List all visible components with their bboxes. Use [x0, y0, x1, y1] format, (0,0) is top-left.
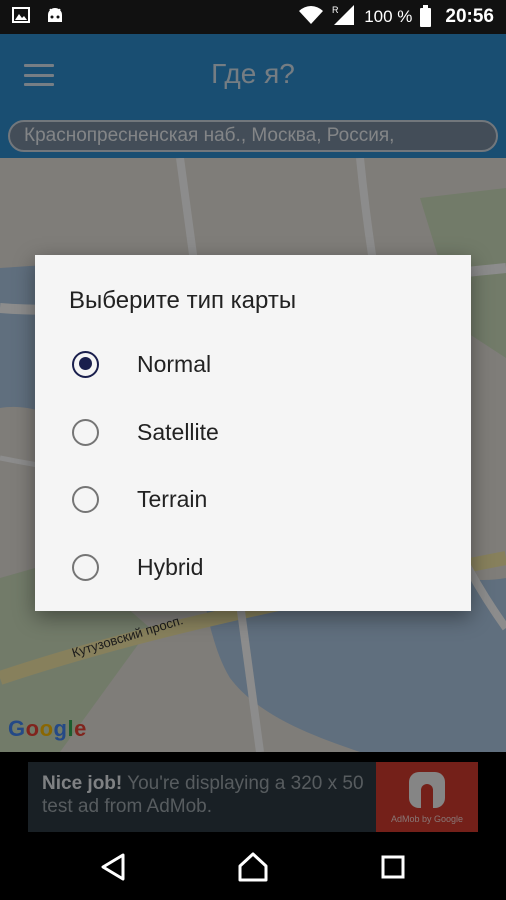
status-bar: R 100 % 20:56 [0, 0, 506, 34]
option-label: Terrain [137, 485, 208, 512]
navigation-bar [0, 832, 506, 900]
radio-satellite[interactable] [72, 418, 99, 446]
signal-icon: R [332, 4, 356, 31]
recents-icon[interactable] [376, 850, 410, 884]
android-notification-icon [46, 6, 64, 29]
radio-normal[interactable] [72, 350, 99, 378]
radio-hybrid[interactable] [72, 553, 99, 581]
radio-terrain[interactable] [72, 485, 99, 513]
dialog-title: Выберите тип карты [69, 287, 297, 314]
option-label: Normal [137, 350, 212, 377]
back-icon[interactable] [96, 850, 130, 884]
option-terrain[interactable]: Terrain [35, 465, 471, 533]
option-label: Hybrid [137, 553, 204, 580]
battery-icon [420, 4, 432, 27]
image-notification-icon [12, 6, 30, 28]
option-hybrid[interactable]: Hybrid [35, 533, 471, 601]
clock: 20:56 [445, 6, 494, 27]
wifi-icon [298, 5, 324, 30]
svg-text:R: R [332, 5, 339, 15]
home-icon[interactable] [236, 850, 270, 884]
option-label: Satellite [137, 418, 219, 445]
map-type-dialog: Выберите тип карты Normal Satellite Terr… [35, 255, 471, 611]
option-satellite[interactable]: Satellite [35, 398, 471, 466]
option-normal[interactable]: Normal [35, 330, 471, 398]
battery-percent: 100 % [364, 7, 413, 26]
